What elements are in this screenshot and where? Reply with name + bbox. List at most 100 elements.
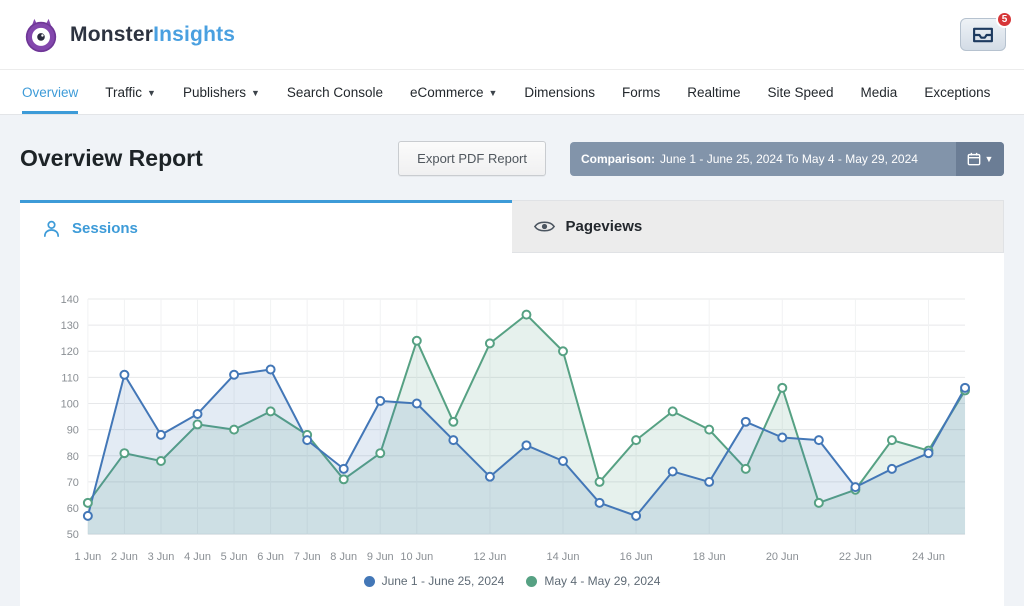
data-point (376, 449, 384, 457)
data-point (669, 467, 677, 475)
data-point (705, 478, 713, 486)
tab-pageviews-label: Pageviews (566, 218, 643, 235)
brand-name-accent: Insights (153, 23, 235, 46)
data-point (194, 410, 202, 418)
x-axis-tick: 4 Jun (184, 551, 211, 563)
x-axis-tick: 3 Jun (148, 551, 175, 563)
legend-item[interactable]: May 4 - May 29, 2024 (526, 574, 660, 588)
date-picker-button[interactable]: ▼ (956, 142, 1004, 176)
brand: MonsterInsights (22, 16, 235, 54)
legend-dot (526, 576, 537, 587)
x-axis-tick: 22 Jun (839, 551, 872, 563)
data-point (851, 483, 859, 491)
nav-item-overview[interactable]: Overview (22, 70, 78, 114)
nav-label: Publishers (183, 85, 246, 100)
tab-sessions[interactable]: Sessions (20, 200, 512, 253)
report-header: Overview Report Export PDF Report Compar… (20, 141, 1004, 176)
data-point (559, 347, 567, 355)
nav-item-forms[interactable]: Forms (622, 70, 660, 114)
x-axis-tick: 16 Jun (620, 551, 653, 563)
chevron-down-icon: ▼ (147, 87, 156, 98)
nav-label: Dimensions (524, 85, 595, 100)
x-axis-tick: 9 Jun (367, 551, 394, 563)
data-point (84, 512, 92, 520)
y-axis-tick: 100 (61, 398, 79, 410)
data-point (559, 457, 567, 465)
nav-item-publishers[interactable]: Publishers▼ (183, 70, 260, 114)
data-point (449, 436, 457, 444)
legend-item[interactable]: June 1 - June 25, 2024 (364, 574, 505, 588)
x-axis-tick: 20 Jun (766, 551, 799, 563)
nav-item-traffic[interactable]: Traffic▼ (105, 70, 156, 114)
monsterinsights-logo-icon (22, 16, 60, 54)
nav-item-media[interactable]: Media (861, 70, 898, 114)
data-point (230, 371, 238, 379)
data-point (413, 400, 421, 408)
data-point (778, 434, 786, 442)
y-axis-tick: 110 (61, 372, 78, 384)
export-pdf-button[interactable]: Export PDF Report (398, 141, 546, 176)
legend-label: June 1 - June 25, 2024 (382, 574, 505, 588)
nav-label: Realtime (687, 85, 740, 100)
data-point (742, 418, 750, 426)
data-point (522, 441, 530, 449)
y-axis-tick: 60 (67, 503, 79, 515)
x-axis-tick: 2 Jun (111, 551, 138, 563)
top-bar: MonsterInsights 5 (0, 0, 1024, 70)
brand-name: MonsterInsights (70, 23, 235, 47)
data-point (742, 465, 750, 473)
x-axis-tick: 18 Jun (693, 551, 726, 563)
data-point (596, 499, 604, 507)
x-axis-tick: 1 Jun (74, 551, 101, 563)
data-point (120, 449, 128, 457)
data-point (815, 436, 823, 444)
nav-label: eCommerce (410, 85, 484, 100)
legend-dot (364, 576, 375, 587)
x-axis-tick: 14 Jun (547, 551, 580, 563)
x-axis-tick: 10 Jun (400, 551, 433, 563)
nav-item-realtime[interactable]: Realtime (687, 70, 740, 114)
nav-item-exceptions[interactable]: Exceptions (924, 70, 990, 114)
nav-label: Overview (22, 85, 78, 100)
nav-item-ecommerce[interactable]: eCommerce ▼ (410, 70, 497, 114)
y-axis-tick: 130 (61, 320, 79, 332)
x-axis-tick: 8 Jun (330, 551, 357, 563)
chevron-down-icon: ▼ (489, 87, 498, 98)
chart-legend: June 1 - June 25, 2024 May 4 - May 29, 20… (46, 574, 978, 588)
data-point (230, 426, 238, 434)
tab-pageviews[interactable]: Pageviews (512, 200, 1005, 253)
notifications-button[interactable]: 5 (960, 18, 1006, 51)
y-axis-tick: 90 (67, 425, 79, 437)
data-point (267, 366, 275, 374)
metric-tabs: Sessions Pageviews (20, 200, 1004, 253)
data-point (486, 339, 494, 347)
inbox-icon (972, 27, 994, 43)
data-point (815, 499, 823, 507)
nav-label: Media (861, 85, 898, 100)
sessions-chart-card: 50607080901001101201301401 Jun2 Jun3 Jun… (20, 253, 1004, 606)
nav-label: Forms (622, 85, 660, 100)
user-icon (42, 219, 61, 238)
x-axis-tick: 6 Jun (257, 551, 284, 563)
data-point (522, 311, 530, 319)
page-title: Overview Report (20, 145, 203, 172)
data-point (961, 384, 969, 392)
data-point (413, 337, 421, 345)
nav-item-search-console[interactable]: Search Console (287, 70, 383, 114)
data-point (888, 465, 896, 473)
notification-badge: 5 (996, 11, 1013, 28)
chevron-down-icon: ▼ (985, 154, 994, 164)
data-point (267, 407, 275, 415)
data-point (778, 384, 786, 392)
comparison-date-range[interactable]: Comparison: June 1 - June 25, 2024 To Ma… (570, 142, 1004, 176)
comparison-value: June 1 - June 25, 2024 To May 4 - May 29… (660, 152, 918, 166)
data-point (376, 397, 384, 405)
legend-label: May 4 - May 29, 2024 (544, 574, 660, 588)
data-point (84, 499, 92, 507)
nav-label: Site Speed (767, 85, 833, 100)
nav-item-site-speed[interactable]: Site Speed (767, 70, 833, 114)
sessions-line-chart: 50607080901001101201301401 Jun2 Jun3 Jun… (46, 287, 978, 572)
data-point (924, 449, 932, 457)
nav-item-dimensions[interactable]: Dimensions (524, 70, 595, 114)
y-axis-tick: 120 (61, 346, 79, 358)
